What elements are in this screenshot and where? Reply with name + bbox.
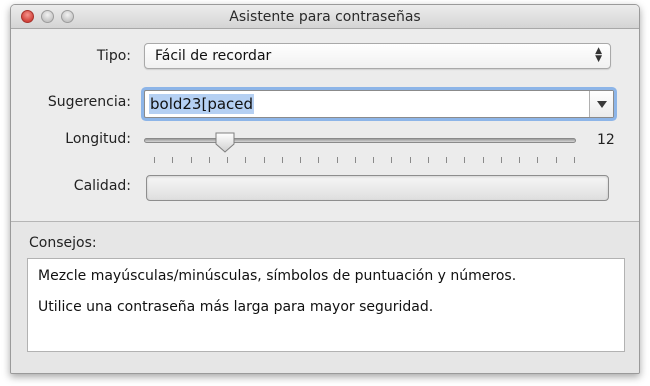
- slider-tick: [391, 157, 392, 163]
- slider-tick: [245, 157, 246, 163]
- slider-tick: [337, 157, 338, 163]
- slider-tick: [227, 157, 228, 163]
- slider-tick: [501, 157, 502, 163]
- window-title: Asistente para contraseñas: [229, 9, 421, 25]
- sugerencia-combobox[interactable]: bold23[paced: [144, 90, 614, 118]
- sugerencia-dropdown-button[interactable]: [589, 91, 613, 117]
- consejos-box: Mezcle mayúsculas/minúsculas, símbolos d…: [27, 258, 625, 352]
- slider-tick: [537, 157, 538, 163]
- calidad-meter: [146, 175, 609, 201]
- slider-tick: [574, 157, 575, 163]
- longitud-value: 12: [597, 132, 615, 148]
- slider-tick: [282, 157, 283, 163]
- slider-tick: [464, 157, 465, 163]
- slider-tick: [483, 157, 484, 163]
- slider-knob-icon[interactable]: [214, 131, 236, 153]
- tip-item: Utilice una contraseña más larga para ma…: [38, 299, 434, 315]
- sugerencia-label: Sugerencia:: [47, 94, 131, 110]
- updown-arrows-icon: ▲ ▼: [595, 46, 602, 64]
- tip-item: Mezcle mayúsculas/minúsculas, símbolos d…: [38, 268, 517, 284]
- slider-tick: [209, 157, 210, 163]
- title-bar[interactable]: Asistente para contraseñas: [11, 5, 639, 29]
- tipo-value: Fácil de recordar: [155, 48, 272, 64]
- dropdown-arrow-icon: [597, 101, 607, 108]
- slider-tick: [428, 157, 429, 163]
- tipo-label: Tipo:: [96, 48, 131, 64]
- slider-tick: [556, 157, 557, 163]
- slider-tick: [355, 157, 356, 163]
- longitud-label: Longitud:: [65, 131, 131, 147]
- slider-tick: [154, 157, 155, 163]
- longitud-slider-track[interactable]: [144, 138, 576, 143]
- password-assistant-window: Asistente para contraseñas Tipo: Fácil d…: [10, 4, 640, 374]
- slider-tick: [318, 157, 319, 163]
- consejos-label: Consejos:: [29, 235, 97, 251]
- slider-tick: [519, 157, 520, 163]
- slider-tick: [446, 157, 447, 163]
- slider-tick: [172, 157, 173, 163]
- slider-tick: [264, 157, 265, 163]
- calidad-label: Calidad:: [73, 178, 131, 194]
- slider-ticks: [154, 157, 575, 165]
- slider-tick: [373, 157, 374, 163]
- slider-tick: [410, 157, 411, 163]
- slider-tick: [191, 157, 192, 163]
- slider-tick: [300, 157, 301, 163]
- tipo-popup-button[interactable]: Fácil de recordar ▲ ▼: [144, 43, 611, 69]
- sugerencia-input[interactable]: bold23[paced: [149, 94, 255, 114]
